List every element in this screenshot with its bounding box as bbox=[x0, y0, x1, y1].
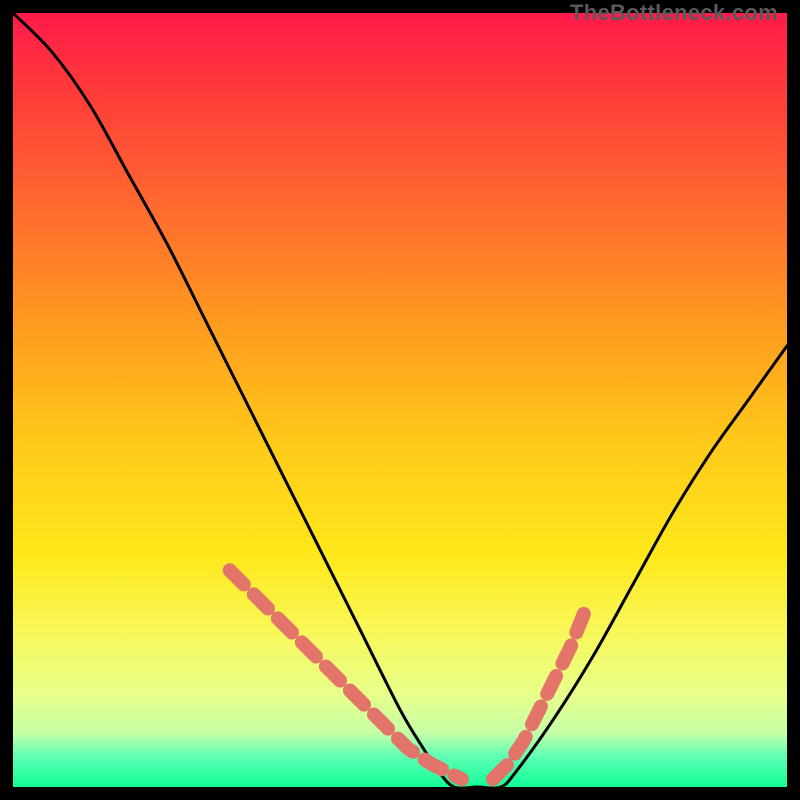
curve-svg bbox=[13, 13, 787, 787]
watermark-text: TheBottleneck.com bbox=[570, 0, 778, 26]
highlight-right bbox=[493, 609, 586, 779]
bottleneck-curve bbox=[13, 13, 787, 788]
chart-container: TheBottleneck.com bbox=[0, 0, 800, 800]
plot-area bbox=[13, 13, 787, 787]
